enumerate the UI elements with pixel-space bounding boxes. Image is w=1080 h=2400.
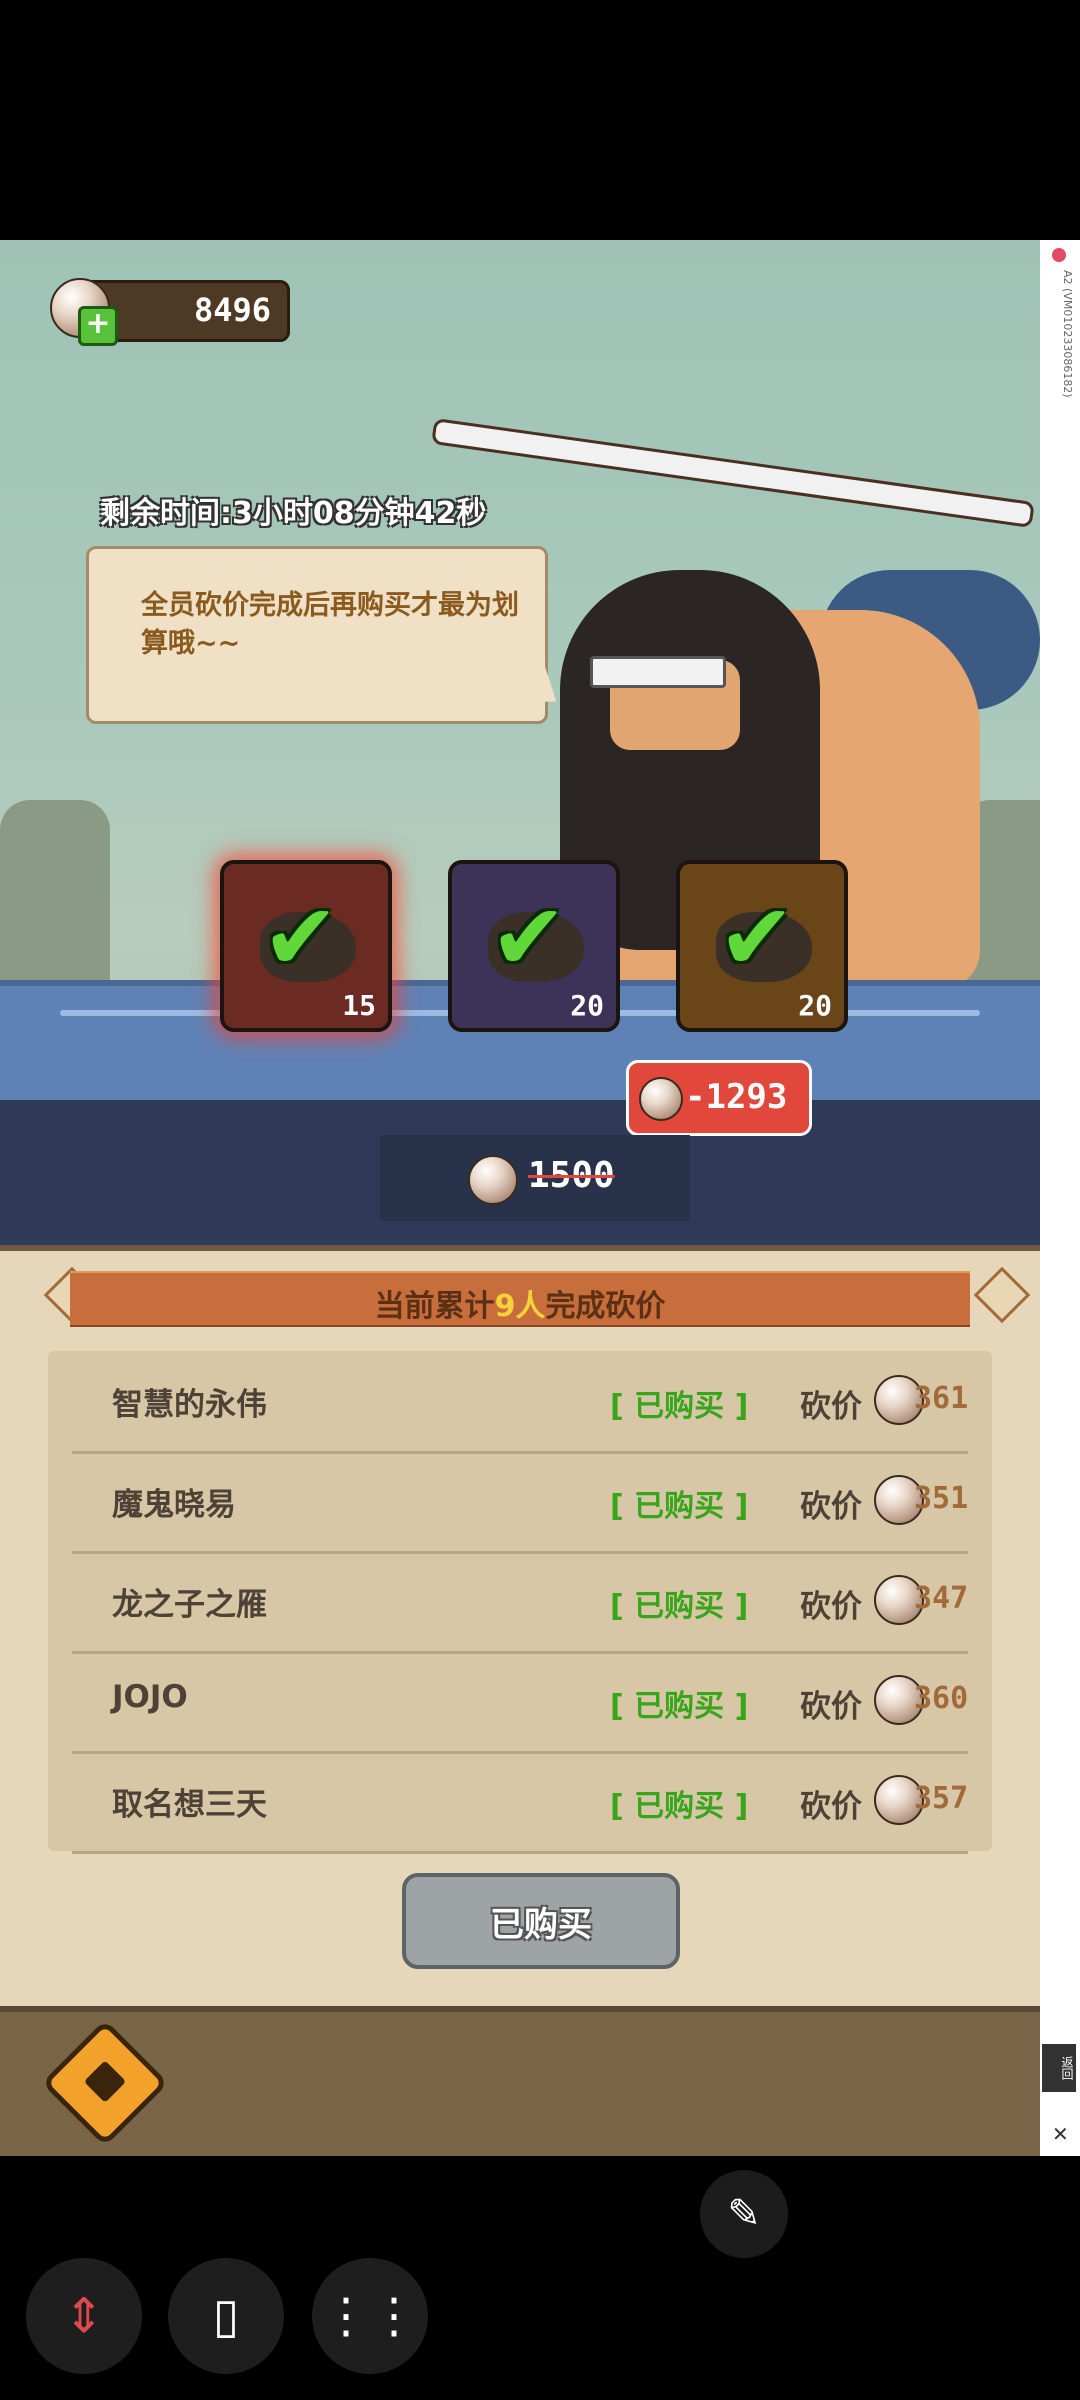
- checkmark-icon: ✔: [718, 884, 796, 991]
- list-item: 取名想三天 [ 已购买 ] 砍价 357: [72, 1751, 968, 1854]
- bargain-panel: 当前累计9人完成砍价 智慧的永伟 [ 已购买 ] 砍价 361 魔鬼晓易 [ 已…: [0, 1245, 1040, 2007]
- device-label: A2 (VM010233086182): [1061, 270, 1074, 398]
- up-down-arrows-icon[interactable]: ⇕: [26, 2258, 142, 2374]
- cut-value: 361: [914, 1381, 969, 1416]
- cut-label: 砍价: [800, 1789, 862, 1825]
- purchased-button[interactable]: 已购买: [402, 1873, 680, 1969]
- bargain-list: 智慧的永伟 [ 已购买 ] 砍价 361 魔鬼晓易 [ 已购买 ] 砍价 351…: [48, 1351, 992, 1854]
- coin-icon: [639, 1077, 683, 1121]
- menu-dots-icon[interactable]: ⋮⋮: [312, 2258, 428, 2374]
- cut-value: 347: [914, 1581, 969, 1616]
- checkmark-icon: ✔: [490, 884, 568, 991]
- cut-value: 360: [914, 1681, 969, 1716]
- speech-bubble: 全员砍价完成后再购买才最为划算哦~~: [86, 546, 548, 724]
- back-arrow-icon[interactable]: [41, 2019, 169, 2147]
- player-name: JOJO: [112, 1679, 188, 1715]
- player-name: 龙之子之雁: [112, 1587, 267, 1623]
- list-item: 智慧的永伟 [ 已购买 ] 砍价 361: [72, 1351, 968, 1454]
- cut-label: 砍价: [800, 1689, 862, 1725]
- stone-statue-left: [0, 800, 110, 1000]
- shop-scene: 8496 + 剩余时间:3小时08分钟42秒 全员砍价完成后再购买才最为划算哦~…: [0, 240, 1040, 1250]
- remaining-time: 剩余时间:3小时08分钟42秒: [100, 496, 487, 531]
- banner-prefix: 当前累计: [374, 1289, 495, 1324]
- purchase-status: [ 已购买 ]: [610, 1489, 749, 1524]
- original-price: 1500: [380, 1135, 690, 1221]
- item-count: 20: [570, 989, 604, 1022]
- item-count: 15: [342, 989, 376, 1022]
- app-logo-icon: [1052, 248, 1066, 262]
- discount-tag: -1293: [626, 1060, 812, 1136]
- purchase-status: [ 已购买 ]: [610, 1589, 749, 1624]
- purchase-status: [ 已购买 ]: [610, 1389, 749, 1424]
- spear: [431, 417, 1035, 529]
- checkmark-icon: ✔: [262, 884, 340, 991]
- banner-count: 9人: [494, 1289, 546, 1324]
- merchant-glasses: [590, 656, 726, 688]
- game-viewport: 8496 + 剩余时间:3小时08分钟42秒 全员砍价完成后再购买才最为划算哦~…: [0, 240, 1040, 2156]
- cut-value: 351: [914, 1481, 969, 1516]
- player-name: 取名想三天: [112, 1787, 267, 1823]
- banner-suffix: 完成砍价: [545, 1289, 666, 1324]
- pencil-icon[interactable]: ✎: [700, 2170, 788, 2258]
- bargain-banner: 当前累计9人完成砍价: [70, 1271, 970, 1327]
- shop-item-1[interactable]: ✔ 15: [220, 860, 392, 1032]
- shop-item-2[interactable]: ✔ 20: [448, 860, 620, 1032]
- footer-bar: [0, 2006, 1040, 2156]
- add-coins-button[interactable]: +: [78, 306, 118, 346]
- ornament-right: [973, 1266, 1031, 1324]
- original-price-value: 1500: [528, 1155, 615, 1196]
- cut-label: 砍价: [800, 1389, 862, 1425]
- keyboard-icon[interactable]: ▯: [168, 2258, 284, 2374]
- banner-text: 当前累计9人完成砍价: [70, 1281, 970, 1325]
- coin-value: 8496: [193, 291, 271, 329]
- close-icon[interactable]: ✕: [1052, 2122, 1069, 2146]
- cut-value: 357: [914, 1781, 969, 1816]
- cut-label: 砍价: [800, 1489, 862, 1525]
- bubble-text: 全员砍价完成后再购买才最为划算哦~~: [141, 590, 519, 659]
- list-item: 魔鬼晓易 [ 已购买 ] 砍价 351: [72, 1451, 968, 1554]
- purchase-status: [ 已购买 ]: [610, 1789, 749, 1824]
- player-name: 智慧的永伟: [112, 1387, 267, 1423]
- floating-side-strip: A2 (VM010233086182) 返回 ✕: [1040, 240, 1080, 2156]
- list-item: JOJO [ 已购买 ] 砍价 360: [72, 1651, 968, 1754]
- discount-value: -1293: [685, 1077, 788, 1117]
- list-item: 龙之子之雁 [ 已购买 ] 砍价 347: [72, 1551, 968, 1654]
- cut-label: 砍价: [800, 1589, 862, 1625]
- shop-item-3[interactable]: ✔ 20: [676, 860, 848, 1032]
- side-return-button[interactable]: 返回: [1042, 2044, 1076, 2092]
- coin-icon: [468, 1155, 518, 1205]
- purchase-status: [ 已购买 ]: [610, 1689, 749, 1724]
- back-arrow-inner: [83, 2060, 127, 2103]
- item-count: 20: [798, 989, 832, 1022]
- purchased-button-label: 已购买: [490, 1905, 592, 1945]
- player-name: 魔鬼晓易: [112, 1487, 236, 1523]
